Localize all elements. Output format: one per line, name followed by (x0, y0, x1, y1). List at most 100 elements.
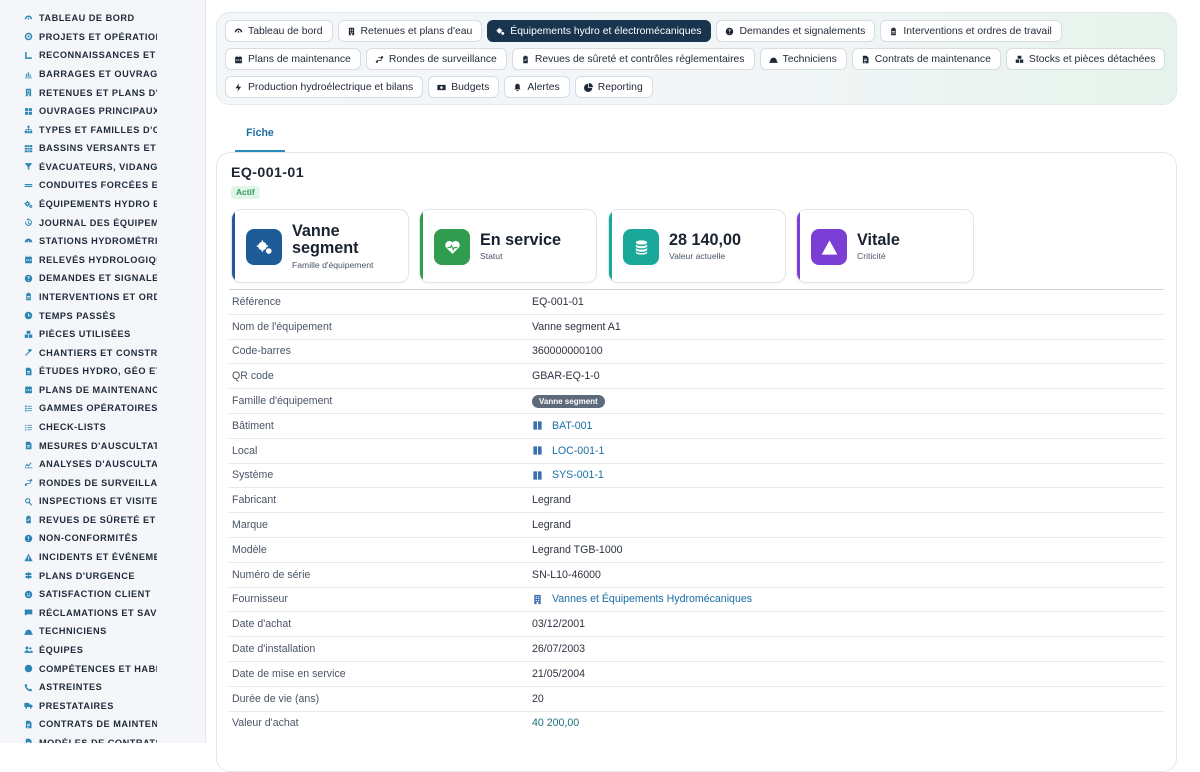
sidebar-item[interactable]: RÉCLAMATIONS ET SAV (0, 604, 205, 623)
boxes-icon (24, 330, 33, 339)
sidebar-item[interactable]: RETENUES ET PLANS D'EAU (0, 83, 205, 102)
detail-link[interactable]: BAT-001 (532, 420, 592, 432)
sidebar-item[interactable]: OUVRAGES PRINCIPAUX (0, 102, 205, 121)
page-title: EQ-001-01 (231, 165, 304, 181)
module-nav-button[interactable]: Interventions et ordres de travail (880, 20, 1062, 42)
detail-value: Vanne segment A1 (532, 320, 621, 333)
tab-fiche[interactable]: Fiche (235, 122, 285, 152)
detail-row: Date d'installation 26/07/2003 (229, 636, 1164, 661)
detail-label: Fournisseur (232, 593, 288, 606)
users-icon (24, 645, 33, 654)
module-nav-label: Revues de sûreté et contrôles réglementa… (534, 53, 745, 65)
module-nav-button[interactable]: Contrats de maintenance (851, 48, 1001, 70)
module-nav-label: Tableau de bord (248, 25, 323, 37)
sidebar-item[interactable]: TYPES ET FAMILLES D'OUVRAGES (0, 120, 205, 139)
sidebar-item[interactable]: INCIDENTS ET ÉVÉNEMENTS (0, 548, 205, 567)
module-nav-button[interactable]: Retenues et plans d'eau (337, 20, 483, 42)
sidebar-item[interactable]: RONDES DE SURVEILLANCE (0, 473, 205, 492)
module-nav-button[interactable]: Équipements hydro et électromécaniques (487, 20, 712, 42)
sidebar-item-label: INCIDENTS ET ÉVÉNEMENTS (39, 552, 157, 563)
sidebar-item-label: PIÈCES UTILISÉES (39, 329, 131, 340)
sidebar-item[interactable]: JOURNAL DES ÉQUIPEMENTS (0, 213, 205, 232)
detail-row: Bâtiment BAT-001 (229, 412, 1164, 438)
dashboard-icon (234, 27, 243, 36)
sidebar-item[interactable]: CHECK-LISTS (0, 418, 205, 437)
module-nav-label: Reporting (597, 81, 643, 93)
detail-row: QR code GBAR-EQ-1-0 (229, 363, 1164, 388)
detail-label: Numéro de série (232, 568, 311, 581)
sidebar-item[interactable]: PIÈCES UTILISÉES (0, 325, 205, 344)
module-nav-label: Techniciens (782, 53, 837, 65)
sidebar-item[interactable]: PLANS D'URGENCE (0, 566, 205, 585)
sidebar-item[interactable]: INSPECTIONS ET VISITES (0, 492, 205, 511)
sidebar-item[interactable]: STATIONS HYDROMÉTRIQUES (0, 232, 205, 251)
sidebar-item[interactable]: BARRAGES ET OUVRAGES (0, 65, 205, 84)
stat-icon-tile (246, 229, 282, 265)
module-nav-button[interactable]: Plans de maintenance (225, 48, 361, 70)
module-nav-button[interactable]: Revues de sûreté et contrôles réglementa… (511, 48, 755, 70)
building-icon (347, 27, 356, 36)
module-nav-button[interactable]: Rondes de surveillance (365, 48, 507, 70)
module-nav-label: Plans de maintenance (248, 53, 351, 65)
clipboard-icon (24, 292, 33, 301)
sidebar-item[interactable]: NON-CONFORMITÉS (0, 529, 205, 548)
detail-row: Date de mise en service 21/05/2004 (229, 660, 1164, 686)
grid-icon (24, 144, 33, 153)
sidebar-item[interactable]: ÉTUDES HYDRO, GÉO ET GÉOTECHNIQUES (0, 362, 205, 381)
sidebar-item[interactable]: ÉQUIPES (0, 641, 205, 660)
module-nav-button[interactable]: Stocks et pièces détachées (1005, 48, 1166, 70)
module-nav-label: Alertes (527, 81, 560, 93)
module-nav-button[interactable]: Alertes (504, 76, 570, 98)
sidebar-item[interactable]: RELEVÉS HYDROLOGIQUES (0, 251, 205, 270)
module-nav-button[interactable]: Tableau de bord (225, 20, 333, 42)
sidebar-item[interactable]: CHANTIERS ET CONSTRUCTIONS (0, 343, 205, 362)
detail-row: Nom de l'équipement Vanne segment A1 (229, 313, 1164, 339)
sidebar-item[interactable]: MODÈLES DE CONTRATS (0, 734, 205, 743)
sidebar-item[interactable]: ÉQUIPEMENTS HYDRO ET ÉLECTROMÉCANIQUES (0, 195, 205, 214)
sidebar-item[interactable]: CONDUITES FORCÉES ET GALERIES (0, 176, 205, 195)
module-nav-button[interactable]: Budgets (428, 76, 500, 98)
sidebar-item-label: CHANTIERS ET CONSTRUCTIONS (39, 347, 157, 358)
module-nav-button[interactable]: Demandes et signalements (716, 20, 876, 42)
module-nav-button[interactable]: Reporting (574, 76, 653, 98)
sidebar-item[interactable]: ANALYSES D'AUSCULTATION (0, 455, 205, 474)
detail-link[interactable]: LOC-001-1 (532, 445, 604, 457)
sidebar-item[interactable]: COMPÉTENCES ET HABILITATIONS (0, 659, 205, 678)
helmet-icon (768, 55, 778, 64)
sidebar-item[interactable]: INTERVENTIONS ET ORDRES DE TRAVAIL (0, 288, 205, 307)
sidebar-item[interactable]: PLANS DE MAINTENANCE (0, 381, 205, 400)
gears-icon (24, 200, 33, 209)
list-icon (24, 404, 33, 413)
sidebar-item-label: BARRAGES ET OUVRAGES (39, 69, 157, 80)
detail-value: 26/07/2003 (532, 643, 586, 656)
sidebar-item[interactable]: MESURES D'AUSCULTATION (0, 436, 205, 455)
sidebar-item[interactable]: TECHNICIENS (0, 622, 205, 641)
module-nav-button[interactable]: Techniciens (759, 48, 847, 70)
stat-label: Criticité (857, 251, 886, 261)
sidebar-item[interactable]: TEMPS PASSÉS (0, 306, 205, 325)
detail-row: Local LOC-001-1 (229, 437, 1164, 463)
truck-icon (24, 701, 33, 710)
stat-icon-tile (434, 229, 470, 265)
sidebar-item-label: PLANS D'URGENCE (39, 570, 135, 581)
boxes-icon (1015, 55, 1024, 64)
detail-link[interactable]: Vannes et Équipements Hydromécaniques (532, 593, 752, 605)
money-icon (437, 83, 446, 92)
sidebar-item[interactable]: RECONNAISSANCES ET VISITES (0, 46, 205, 65)
sidebar-item[interactable]: GAMMES OPÉRATOIRES (0, 399, 205, 418)
sidebar-item[interactable]: REVUES DE SÛRETÉ ET CONTRÔLES (0, 511, 205, 530)
detail-link[interactable]: SYS-001-1 (532, 469, 604, 481)
sidebar-item-label: RETENUES ET PLANS D'EAU (39, 87, 157, 98)
sidebar-item[interactable]: PRESTATAIRES (0, 696, 205, 715)
sidebar-item[interactable]: TABLEAU DE BORD (0, 9, 205, 28)
sidebar-item[interactable]: BASSINS VERSANTS ET AFFLUENTS (0, 139, 205, 158)
sidebar-item[interactable]: DEMANDES ET SIGNALEMENTS (0, 269, 205, 288)
sidebar-item[interactable]: SATISFACTION CLIENT (0, 585, 205, 604)
detail-value: 40 200,00 (532, 717, 580, 730)
module-nav-button[interactable]: Production hydroélectrique et bilans (225, 76, 424, 98)
sidebar-item[interactable]: CONTRATS DE MAINTENANCE (0, 715, 205, 734)
sidebar-item[interactable]: ASTREINTES (0, 678, 205, 697)
sidebar-item[interactable]: PROJETS ET OPÉRATIONS (0, 28, 205, 47)
detail-link-text: LOC-001-1 (552, 444, 605, 457)
sidebar-item[interactable]: ÉVACUATEURS, VIDANGES (0, 158, 205, 177)
